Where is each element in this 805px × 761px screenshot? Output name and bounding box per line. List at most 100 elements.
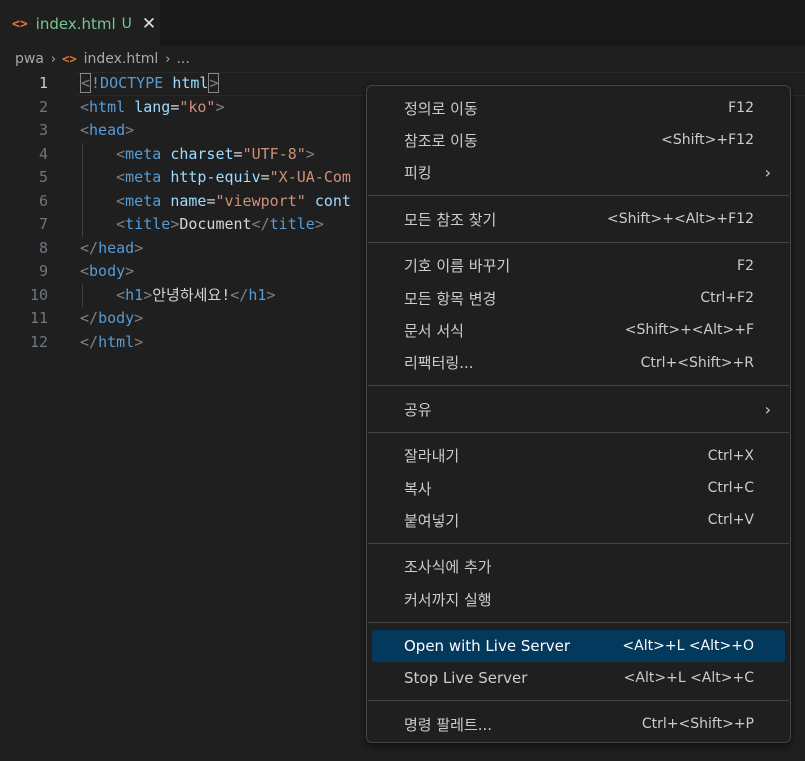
menu-item-shortcut: Ctrl+<Shift>+P [641, 716, 754, 733]
menu-item-label: 피킹 [404, 164, 432, 183]
menu-item[interactable]: 조사식에 추가 [372, 551, 785, 583]
code-text: <html lang="ko"> [80, 96, 225, 120]
code-token: > [208, 73, 220, 93]
code-token: 안녕하세요! [152, 285, 231, 304]
menu-item[interactable]: 정의로 이동 F12 [372, 92, 785, 124]
code-token: h1 [248, 285, 267, 304]
line-number: 10 [29, 285, 48, 304]
menu-item[interactable]: 피킹 › [372, 157, 785, 189]
code-token: > [134, 238, 144, 257]
menu-item[interactable]: 복사 Ctrl+C [372, 472, 785, 504]
line-number: 3 [38, 121, 48, 139]
menu-item[interactable]: 모든 참조 찾기 <Shift>+<Alt>+F12 [372, 203, 785, 235]
line-number: 5 [38, 168, 48, 186]
menu-item[interactable]: 모든 항목 변경 Ctrl+F2 [372, 282, 785, 314]
menu-item-shortcut: Ctrl+V [707, 512, 754, 529]
code-token: < [116, 144, 126, 163]
code-token: </ [80, 332, 99, 351]
chevron-right-icon: › [764, 163, 771, 183]
code-token: < [116, 168, 126, 186]
menu-item-label: 복사 [404, 479, 432, 498]
code-token: > [305, 144, 315, 163]
html-file-icon: <> [62, 52, 77, 66]
code-token: title [269, 215, 315, 233]
menu-separator [368, 542, 789, 544]
code-token: > [125, 262, 135, 280]
indent-guide [82, 283, 83, 307]
breadcrumb-symbols[interactable]: ... [176, 51, 189, 67]
breadcrumb-folder[interactable]: pwa [15, 51, 44, 67]
menu-item[interactable]: 공유 › [372, 393, 785, 425]
code-text: <!DOCTYPE html> [80, 72, 220, 96]
menu-separator [368, 385, 789, 387]
chevron-right-icon: › [50, 51, 57, 67]
code-token: > [314, 215, 324, 233]
menu-item[interactable]: 명령 팔레트... Ctrl+<Shift>+P [372, 708, 785, 740]
code-token: "viewport" [215, 191, 306, 210]
code-token: > [125, 121, 135, 139]
line-number: 12 [29, 332, 48, 351]
menu-separator [368, 621, 789, 623]
menu-item-label: 조사식에 추가 [404, 558, 492, 577]
code-text: </html> [80, 331, 143, 355]
code-token: < [80, 121, 90, 139]
menu-item-shortcut: Ctrl+C [707, 480, 754, 496]
line-number: 4 [38, 144, 48, 163]
code-token: head [98, 238, 135, 257]
breadcrumb: pwa › <> index.html › ... [0, 46, 805, 72]
code-token: > [215, 97, 225, 116]
menu-item-label: 공유 [404, 400, 432, 419]
menu-separator [368, 195, 789, 197]
code-token: "X-UA-Com [269, 168, 351, 186]
code-text: <title>Document</title> [80, 213, 324, 237]
code-token: cont [314, 191, 351, 210]
code-token: title [125, 215, 171, 233]
code-token: < [116, 285, 126, 304]
menu-item[interactable]: 리팩터링... Ctrl+<Shift>+R [372, 347, 785, 379]
code-token: > [134, 309, 144, 327]
context-menu: 정의로 이동 F12 참조로 이동 <Shift>+F12 피킹 › 모든 참조 찾기 <Sh… [366, 85, 791, 743]
code-token: html [98, 332, 135, 351]
menu-item-shortcut: Ctrl+X [707, 447, 754, 464]
code-token: < [80, 97, 90, 116]
code-text: <meta http-equiv="X-UA-Com [80, 166, 351, 190]
line-number: 2 [38, 97, 48, 116]
code-token: meta [125, 168, 162, 186]
code-token: = [260, 168, 270, 186]
menu-item[interactable]: 붙여넣기 Ctrl+V [372, 504, 785, 536]
code-token: </ [80, 309, 99, 327]
code-token: = [233, 144, 243, 163]
code-token: </ [230, 285, 249, 304]
line-number: 11 [29, 309, 48, 327]
menu-item[interactable]: 잘라내기 Ctrl+X [372, 440, 785, 472]
menu-item[interactable]: Open with Live Server <Alt>+L <Alt>+O [372, 629, 785, 662]
close-icon[interactable]: ✕ [142, 14, 156, 34]
menu-item-label: 문서 서식 [404, 321, 464, 340]
menu-item-shortcut: <Shift>+<Alt>+F12 [606, 211, 754, 228]
code-token: > [143, 285, 153, 304]
line-number: 1 [38, 74, 48, 92]
menu-item[interactable]: 커서까지 실행 [372, 583, 785, 615]
code-token: < [116, 215, 126, 233]
menu-item-shortcut: <Alt>+L <Alt>+O [622, 637, 754, 654]
menu-item[interactable]: 문서 서식 <Shift>+<Alt>+F [372, 314, 785, 346]
tab-index-html[interactable]: <> index.html U ✕ [0, 0, 160, 47]
menu-item-label: 모든 항목 변경 [404, 289, 497, 308]
menu-item-label: 리팩터링... [404, 354, 474, 373]
untracked-badge: U [121, 16, 132, 32]
code-text: <head> [80, 119, 134, 143]
indent-guide [82, 142, 83, 237]
breadcrumb-file[interactable]: index.html [84, 51, 159, 67]
code-token: name [170, 191, 207, 210]
line-number: 7 [38, 215, 48, 233]
line-number: 8 [38, 238, 48, 257]
menu-item[interactable]: 기호 이름 바꾸기 F2 [372, 250, 785, 282]
code-token: html [172, 74, 209, 92]
menu-item[interactable]: Stop Live Server <Alt>+L <Alt>+C [372, 662, 785, 694]
menu-item[interactable]: 참조로 이동 <Shift>+F12 [372, 124, 785, 156]
menu-item-label: 명령 팔레트... [404, 715, 493, 734]
code-token: body [98, 309, 135, 327]
